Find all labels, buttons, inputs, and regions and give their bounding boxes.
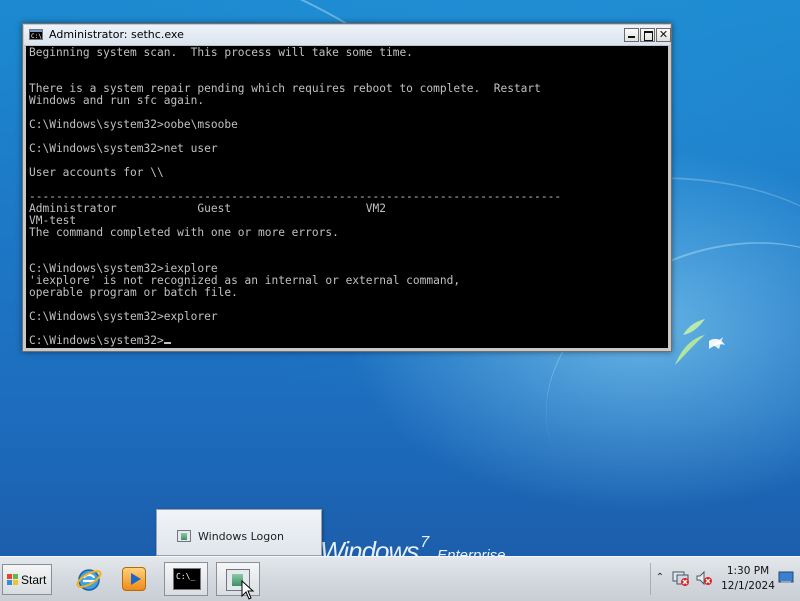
console-icon-text: C:\ (31, 33, 42, 40)
show-desktop-icon[interactable] (778, 569, 794, 585)
mouse-pointer-icon (241, 580, 255, 600)
system-clock[interactable]: 1:30 PM 12/1/2024 (720, 564, 776, 594)
console-window[interactable]: C:\ Administrator: sethc.exe ✕ Beginning… (22, 23, 672, 352)
minimize-icon (628, 36, 635, 38)
show-hidden-icons-chevron-icon[interactable]: ⌃ (654, 569, 666, 587)
console-line: The command completed with one or more e… (29, 226, 339, 239)
windows-logon-thumbnail-popup[interactable]: Windows Logon (156, 509, 322, 556)
console-line: User accounts for \\ (29, 166, 164, 179)
close-button[interactable]: ✕ (656, 28, 671, 42)
media-player-icon (122, 567, 146, 591)
console-titlebar[interactable]: C:\ Administrator: sethc.exe ✕ (24, 25, 671, 46)
brand-version: 7 (420, 534, 430, 551)
clock-time: 1:30 PM (726, 565, 770, 577)
network-icon[interactable] (672, 570, 690, 586)
taskbar-command-prompt[interactable]: C:\_ (164, 562, 208, 596)
clock-date: 12/1/2024 (721, 580, 775, 592)
console-cursor (163, 342, 171, 344)
console-prompt-line: C:\Windows\system32> (29, 335, 561, 347)
taskbar: Start C:\_ ⌃ 1:30 PM 12/1/2024 (0, 556, 800, 601)
internet-explorer-icon (76, 569, 102, 591)
windows-logon-label: Windows Logon (198, 530, 284, 543)
cmd-icon: C:\_ (173, 568, 201, 590)
start-button[interactable]: Start (2, 564, 52, 595)
wallpaper-bird-icon (675, 319, 725, 365)
tray-divider (650, 563, 651, 595)
taskbar-internet-explorer[interactable] (67, 562, 111, 596)
taskbar-windows-media-player[interactable] (113, 562, 157, 596)
minimize-button[interactable] (624, 28, 639, 42)
console-window-title: Administrator: sethc.exe (49, 28, 184, 41)
console-prompt: C:\Windows\system32> (29, 334, 164, 347)
windows-flag-icon (7, 574, 18, 585)
start-label: Start (21, 573, 47, 587)
console-line: C:\Windows\system32>explorer (29, 310, 218, 323)
maximize-button[interactable] (640, 28, 655, 42)
console-line: Windows and run sfc again. (29, 94, 205, 107)
console-window-icon[interactable]: C:\ (29, 29, 43, 40)
console-output: Beginning system scan. This process will… (29, 47, 561, 347)
console-line: C:\Windows\system32>net user (29, 142, 218, 155)
console-line: Administrator Guest VM2 (29, 202, 386, 215)
volume-muted-icon[interactable] (695, 570, 713, 586)
cmd-icon-text: C:\_ (176, 572, 196, 581)
console-output-area[interactable]: Beginning system scan. This process will… (26, 46, 668, 348)
console-line: Beginning system scan. This process will… (29, 46, 413, 59)
maximize-icon (644, 31, 653, 41)
windows-logon-icon (177, 530, 191, 542)
console-line: operable program or batch file. (29, 286, 238, 299)
close-icon: ✕ (658, 28, 669, 41)
notification-area: ⌃ 1:30 PM 12/1/2024 (650, 560, 798, 598)
console-line: C:\Windows\system32>oobe\msoobe (29, 118, 238, 131)
